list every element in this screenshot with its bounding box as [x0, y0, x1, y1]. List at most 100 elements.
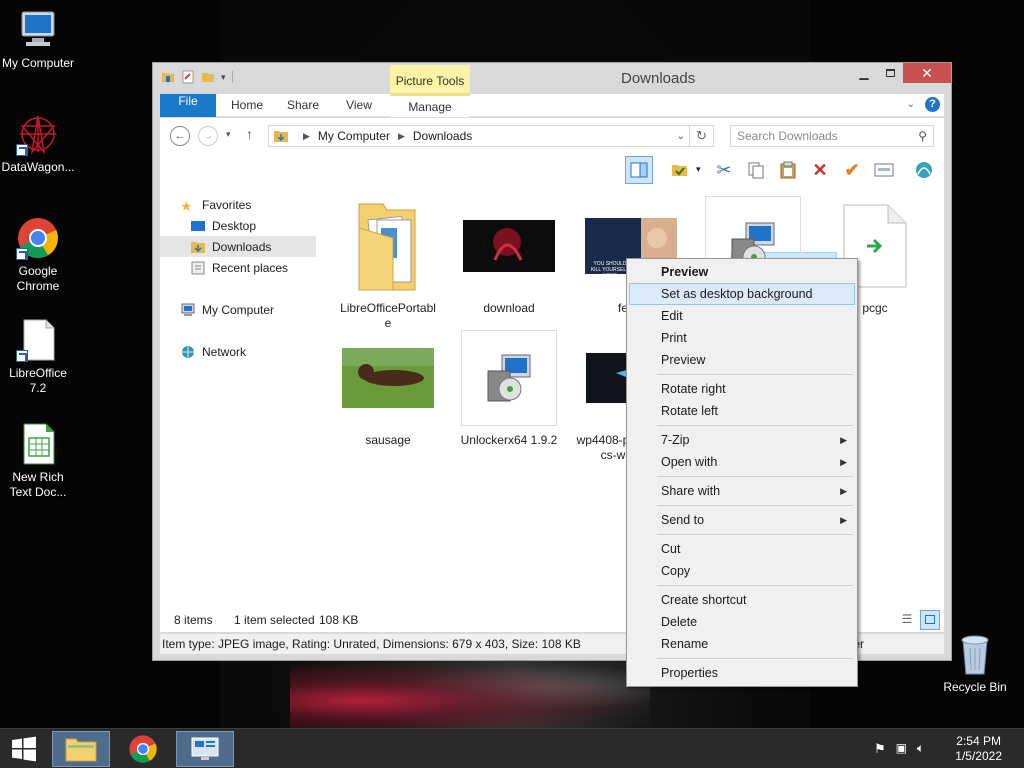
- nav-downloads[interactable]: Downloads: [160, 236, 316, 257]
- help-icon[interactable]: ?: [925, 97, 940, 112]
- cut-button[interactable]: ✂: [710, 156, 738, 184]
- remote-desktop-icon: [191, 737, 219, 760]
- menu-item-send-to[interactable]: Send to ▶: [629, 509, 855, 531]
- desktop-icon-label: DataWagon...: [1, 160, 75, 174]
- desktop-icon-new-rich-text[interactable]: New Rich Text Doc...: [0, 422, 76, 500]
- menu-item-print[interactable]: Print: [629, 327, 855, 349]
- tab-view[interactable]: View: [334, 94, 384, 117]
- navigation-pane: ★ Favorites Desktop Downloads Recent pla…: [160, 186, 320, 608]
- image-thumbnail: [336, 323, 440, 433]
- menu-item-rename[interactable]: Rename: [629, 633, 855, 655]
- up-arrow-icon[interactable]: ↑: [246, 126, 253, 142]
- volume-muted-icon[interactable]: 🔈︎: [917, 741, 924, 757]
- menu-item-copy[interactable]: Copy: [629, 560, 855, 582]
- tab-share[interactable]: Share: [278, 94, 328, 117]
- delete-button[interactable]: ✕: [806, 156, 834, 184]
- taskbar-file-explorer[interactable]: [52, 731, 110, 767]
- rename-button[interactable]: ✔: [838, 156, 866, 184]
- menu-item-preview-default[interactable]: Preview: [629, 261, 855, 283]
- copy-to-button[interactable]: [666, 156, 694, 184]
- taskbar-chrome[interactable]: [114, 731, 172, 767]
- taskbar-remote-app[interactable]: [176, 731, 234, 767]
- nav-favorites[interactable]: ★ Favorites: [160, 194, 316, 215]
- libreoffice-icon: [16, 318, 60, 362]
- large-icons-view-button[interactable]: [920, 610, 940, 630]
- desktop-icon-label: Google Chrome: [16, 264, 60, 293]
- menu-item-cut[interactable]: Cut: [629, 538, 855, 560]
- menu-item-rotate-left[interactable]: Rotate left: [629, 400, 855, 422]
- menu-item-open-with[interactable]: Open with ▶: [629, 451, 855, 473]
- file-item-libreofficeportable[interactable]: LibreOfficePortable: [336, 191, 440, 331]
- desktop-icon-my-computer[interactable]: My Computer: [0, 8, 76, 71]
- nav-network[interactable]: Network: [160, 341, 316, 362]
- shell-button[interactable]: [910, 156, 938, 184]
- nav-my-computer-label: My Computer: [202, 302, 275, 317]
- copy-to-dropdown-icon[interactable]: ▾: [696, 164, 701, 175]
- picture-tools-context-tab: Picture Tools: [390, 65, 470, 93]
- nav-desktop[interactable]: Desktop: [160, 215, 316, 236]
- expand-ribbon-icon[interactable]: ⌄: [907, 99, 915, 110]
- file-item-sausage[interactable]: sausage: [336, 323, 440, 448]
- address-dropdown-icon[interactable]: ⌄: [677, 131, 685, 142]
- nav-recent-places[interactable]: Recent places: [160, 257, 316, 278]
- menu-item-delete[interactable]: Delete: [629, 611, 855, 633]
- desktop-icon-datawagon[interactable]: DataWagon...: [0, 112, 76, 175]
- menu-item-share-with[interactable]: Share with ▶: [629, 480, 855, 502]
- menu-item-edit[interactable]: Edit: [629, 305, 855, 327]
- file-item-unlocker[interactable]: Unlockerx64 1.9.2: [457, 323, 561, 448]
- menu-item-properties[interactable]: Properties: [629, 662, 855, 684]
- menu-separator: [657, 585, 853, 586]
- preview-pane-button[interactable]: [625, 156, 653, 184]
- desktop-icon-label: Recycle Bin: [943, 680, 1007, 694]
- context-menu: Preview Set as desktop background Edit P…: [626, 258, 858, 687]
- chrome-icon: [16, 216, 60, 260]
- taskbar-clock[interactable]: 2:54 PM 1/5/2022: [955, 734, 1002, 764]
- file-name: download: [483, 301, 535, 315]
- ribbon-right-controls: ⌄ ?: [907, 97, 940, 112]
- menu-separator: [657, 476, 853, 477]
- properties-button[interactable]: [870, 156, 898, 184]
- address-row: ← → ▾ ↑ ▶ My Computer ▶ Downloads ⌄ ↻ Se…: [160, 118, 944, 154]
- scissors-icon: ✂: [716, 159, 732, 180]
- forward-button[interactable]: →: [198, 126, 218, 146]
- menu-item-preview[interactable]: Preview: [629, 349, 855, 371]
- properties-icon: [874, 163, 894, 177]
- chevron-down-icon[interactable]: ▾: [221, 72, 226, 83]
- refresh-button[interactable]: ↻: [690, 125, 714, 147]
- menu-item-7zip[interactable]: 7-Zip ▶: [629, 429, 855, 451]
- new-folder-icon[interactable]: [201, 70, 215, 84]
- network-status-icon[interactable]: ▣: [896, 741, 907, 757]
- tab-manage[interactable]: Manage: [390, 94, 470, 117]
- minimize-icon: ▁: [859, 66, 869, 80]
- action-center-flag-icon[interactable]: ⚑: [874, 741, 886, 757]
- minimize-button[interactable]: ▁: [851, 63, 877, 83]
- file-item-wp4408[interactable]: wp4408-pics-wa: [572, 323, 632, 463]
- menu-item-create-shortcut[interactable]: Create shortcut: [629, 589, 855, 611]
- address-bar[interactable]: ▶ My Computer ▶ Downloads ⌄: [268, 125, 690, 147]
- menu-item-set-desktop-background[interactable]: Set as desktop background: [629, 283, 855, 305]
- desktop-icon-libreoffice[interactable]: LibreOffice 7.2: [0, 318, 76, 396]
- tab-home[interactable]: Home: [220, 94, 274, 117]
- menu-item-rotate-right[interactable]: Rotate right: [629, 378, 855, 400]
- details-view-icon[interactable]: ☰: [898, 612, 916, 628]
- recent-locations-icon[interactable]: ▾: [226, 129, 231, 140]
- breadcrumb-my-computer[interactable]: My Computer: [318, 129, 390, 143]
- downloads-folder-icon: [274, 131, 288, 142]
- star-icon: ★: [180, 197, 193, 214]
- start-button[interactable]: [0, 731, 48, 767]
- tab-file[interactable]: File: [160, 94, 216, 117]
- paste-button[interactable]: [774, 156, 802, 184]
- close-button[interactable]: ✕: [903, 63, 951, 83]
- menu-separator: [657, 374, 853, 375]
- folder-icon: [162, 73, 174, 82]
- file-item-download[interactable]: download: [457, 191, 561, 316]
- breadcrumb-downloads[interactable]: Downloads: [413, 129, 472, 143]
- desktop-icon-chrome[interactable]: Google Chrome: [0, 216, 76, 294]
- back-button[interactable]: ←: [170, 126, 190, 146]
- maximize-button[interactable]: [877, 63, 903, 83]
- title-bar[interactable]: ▾ Picture Tools Downloads ▁ ✕: [153, 63, 951, 93]
- search-input[interactable]: Search Downloads ⚲: [730, 125, 934, 147]
- properties-icon[interactable]: [181, 70, 195, 84]
- nav-my-computer[interactable]: My Computer: [160, 299, 316, 320]
- copy-button[interactable]: [742, 156, 770, 184]
